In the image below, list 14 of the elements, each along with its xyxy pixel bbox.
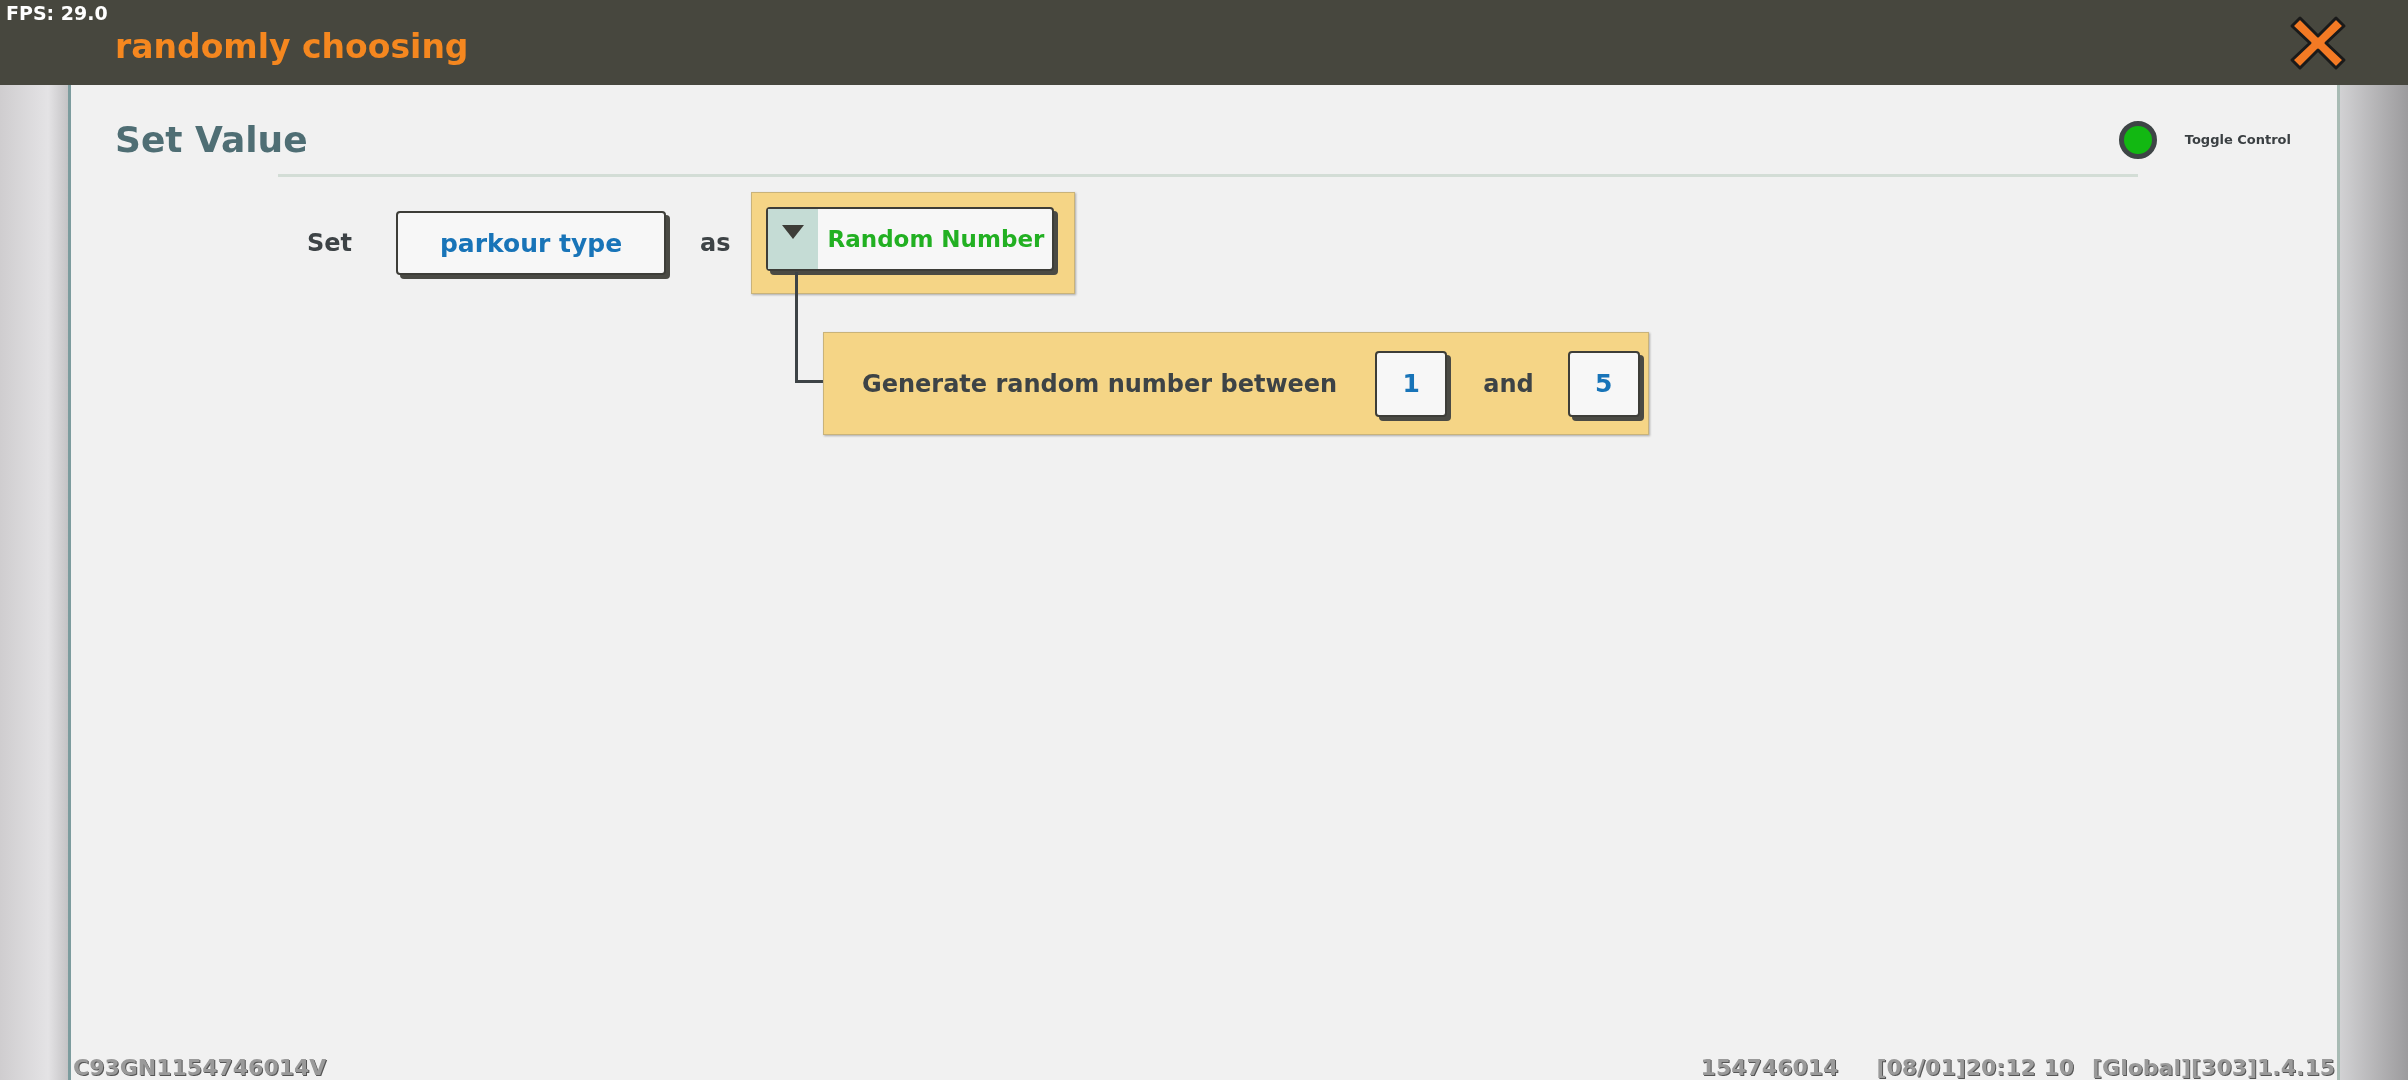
user-id: 154746014	[1700, 1056, 1839, 1080]
device-id: C93GN1154746014V	[73, 1056, 327, 1080]
panel-title: Set Value	[115, 119, 308, 160]
set-label: Set	[307, 229, 353, 257]
window-title: randomly choosing	[115, 27, 469, 66]
toggle-indicator[interactable]	[2118, 120, 2157, 159]
version-label: [Global][303]1.4.15	[2092, 1056, 2335, 1080]
and-label: and	[1483, 369, 1534, 398]
fps-counter: FPS: 29.0	[6, 2, 108, 24]
generator-label: Generate random number between	[862, 369, 1338, 398]
as-label: as	[700, 229, 731, 257]
timestamp: [08/01]20:12 10	[1876, 1056, 2075, 1080]
toggle-label: Toggle Control	[2184, 132, 2291, 147]
dropdown-arrow-icon	[781, 225, 804, 239]
